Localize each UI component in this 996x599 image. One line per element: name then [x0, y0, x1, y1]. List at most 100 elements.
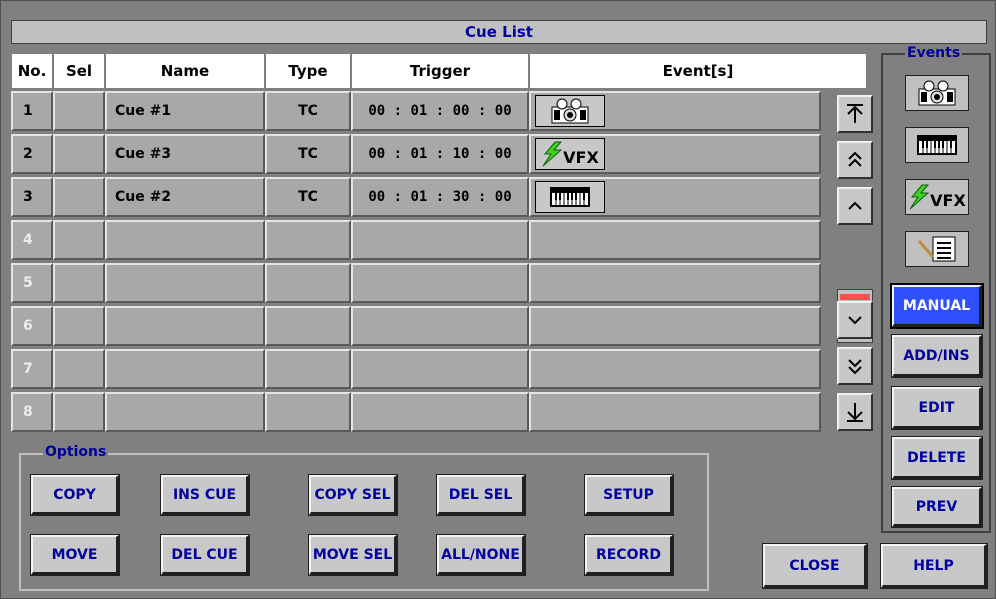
cell-sel[interactable]: [53, 91, 105, 131]
prev-button[interactable]: PREV: [891, 486, 983, 528]
help-button[interactable]: HELP: [880, 543, 988, 589]
cell-type: [265, 263, 351, 303]
line-down-button[interactable]: [837, 301, 873, 339]
event-camera-button[interactable]: [905, 75, 969, 111]
copy-button[interactable]: COPY: [30, 474, 120, 516]
cell-sel[interactable]: [53, 349, 105, 389]
cell-no: 3: [11, 177, 53, 217]
cue-table: No. Sel Name Type Trigger Event[s] 1 Cue …: [11, 53, 873, 437]
cell-name[interactable]: Cue #3: [105, 134, 265, 174]
line-up-button[interactable]: [837, 187, 873, 225]
cell-events[interactable]: [529, 220, 821, 260]
cell-trigger: 00 : 01 : 30 : 00: [351, 177, 529, 217]
cell-no: 2: [11, 134, 53, 174]
cell-sel[interactable]: [53, 263, 105, 303]
cell-type: [265, 306, 351, 346]
cell-name[interactable]: [105, 306, 265, 346]
header-name[interactable]: Name: [105, 53, 265, 89]
table-row[interactable]: 2 Cue #3 TC 00 : 01 : 10 : 00 VFX: [11, 134, 821, 174]
cell-trigger: 00 : 01 : 10 : 00: [351, 134, 529, 174]
camera-icon: [551, 98, 589, 124]
scroll-top-button[interactable]: [837, 95, 873, 133]
table-row[interactable]: 1 Cue #1 TC 00 : 01 : 00 : 00: [11, 91, 821, 131]
cell-events[interactable]: VFX: [529, 134, 821, 174]
cell-sel[interactable]: [53, 220, 105, 260]
cell-name[interactable]: [105, 220, 265, 260]
table-row[interactable]: 6: [11, 306, 821, 346]
events-title: Events: [905, 45, 963, 61]
page-up-button[interactable]: [837, 141, 873, 179]
events-panel: Events VFX MANUAL ADD/INS EDIT DELETE PR…: [881, 45, 991, 533]
table-row[interactable]: 3 Cue #2 TC 00 : 01 : 30 : 00: [11, 177, 821, 217]
cell-events[interactable]: [529, 392, 821, 432]
cell-name[interactable]: [105, 392, 265, 432]
cell-name[interactable]: Cue #2: [105, 177, 265, 217]
header-events[interactable]: Event[s]: [529, 53, 867, 89]
record-button[interactable]: RECORD: [584, 534, 674, 576]
cue-list-window: Cue List No. Sel Name Type Trigger Event…: [0, 0, 996, 599]
add-ins-button[interactable]: ADD/INS: [891, 334, 983, 378]
cell-trigger: 00 : 01 : 00 : 00: [351, 91, 529, 131]
cell-name[interactable]: [105, 263, 265, 303]
copy-sel-button[interactable]: COPY SEL: [308, 474, 398, 516]
table-row[interactable]: 5: [11, 263, 821, 303]
move-button[interactable]: MOVE: [30, 534, 120, 576]
keyboard-icon: [917, 135, 957, 155]
cell-trigger: [351, 263, 529, 303]
event-thumbnail[interactable]: VFX: [535, 138, 605, 170]
edit-button[interactable]: EDIT: [891, 386, 983, 430]
scroll-bottom-button[interactable]: [837, 393, 873, 431]
scroll-thumb[interactable]: [840, 294, 870, 300]
vfx-icon: VFX: [541, 141, 599, 167]
table-row[interactable]: 8: [11, 392, 821, 432]
page-down-icon: [848, 359, 862, 375]
line-down-icon: [848, 316, 862, 325]
cell-sel[interactable]: [53, 392, 105, 432]
event-thumbnail[interactable]: [535, 181, 605, 213]
all-none-button[interactable]: ALL/NONE: [436, 534, 526, 576]
event-keyboard-button[interactable]: [905, 127, 969, 163]
cell-events[interactable]: [529, 91, 821, 131]
cell-type: [265, 220, 351, 260]
cell-type: TC: [265, 91, 351, 131]
note-icon: [917, 236, 956, 262]
header-no[interactable]: No.: [11, 53, 53, 89]
event-note-button[interactable]: [905, 231, 969, 267]
manual-button[interactable]: MANUAL: [890, 283, 984, 329]
event-thumbnail[interactable]: [535, 95, 605, 127]
del-sel-button[interactable]: DEL SEL: [436, 474, 526, 516]
cell-no: 5: [11, 263, 53, 303]
cell-sel[interactable]: [53, 177, 105, 217]
cell-events[interactable]: [529, 263, 821, 303]
table-row[interactable]: 4: [11, 220, 821, 260]
cell-sel[interactable]: [53, 134, 105, 174]
cell-no: 4: [11, 220, 53, 260]
header-type[interactable]: Type: [265, 53, 351, 89]
setup-button[interactable]: SETUP: [584, 474, 674, 516]
cell-events[interactable]: [529, 349, 821, 389]
cell-sel[interactable]: [53, 306, 105, 346]
cell-trigger: [351, 392, 529, 432]
vfx-label: VFX: [930, 191, 966, 210]
header-trigger[interactable]: Trigger: [351, 53, 529, 89]
options-panel: Options COPY INS CUE COPY SEL DEL SEL SE…: [19, 444, 709, 591]
event-vfx-button[interactable]: VFX: [905, 179, 969, 215]
line-up-icon: [848, 201, 862, 210]
close-button[interactable]: CLOSE: [762, 543, 868, 589]
cell-name[interactable]: [105, 349, 265, 389]
del-cue-button[interactable]: DEL CUE: [160, 534, 250, 576]
cell-events[interactable]: [529, 306, 821, 346]
page-down-button[interactable]: [837, 347, 873, 385]
table-row[interactable]: 7: [11, 349, 821, 389]
cell-no: 6: [11, 306, 53, 346]
cell-trigger: [351, 220, 529, 260]
cell-name[interactable]: Cue #1: [105, 91, 265, 131]
ins-cue-button[interactable]: INS CUE: [160, 474, 250, 516]
camera-icon: [918, 80, 956, 106]
vfx-icon: VFX: [908, 184, 966, 210]
header-sel[interactable]: Sel: [53, 53, 105, 89]
scroll-top-icon: [847, 104, 863, 123]
delete-button[interactable]: DELETE: [891, 436, 983, 480]
cell-events[interactable]: [529, 177, 821, 217]
move-sel-button[interactable]: MOVE SEL: [308, 534, 398, 576]
